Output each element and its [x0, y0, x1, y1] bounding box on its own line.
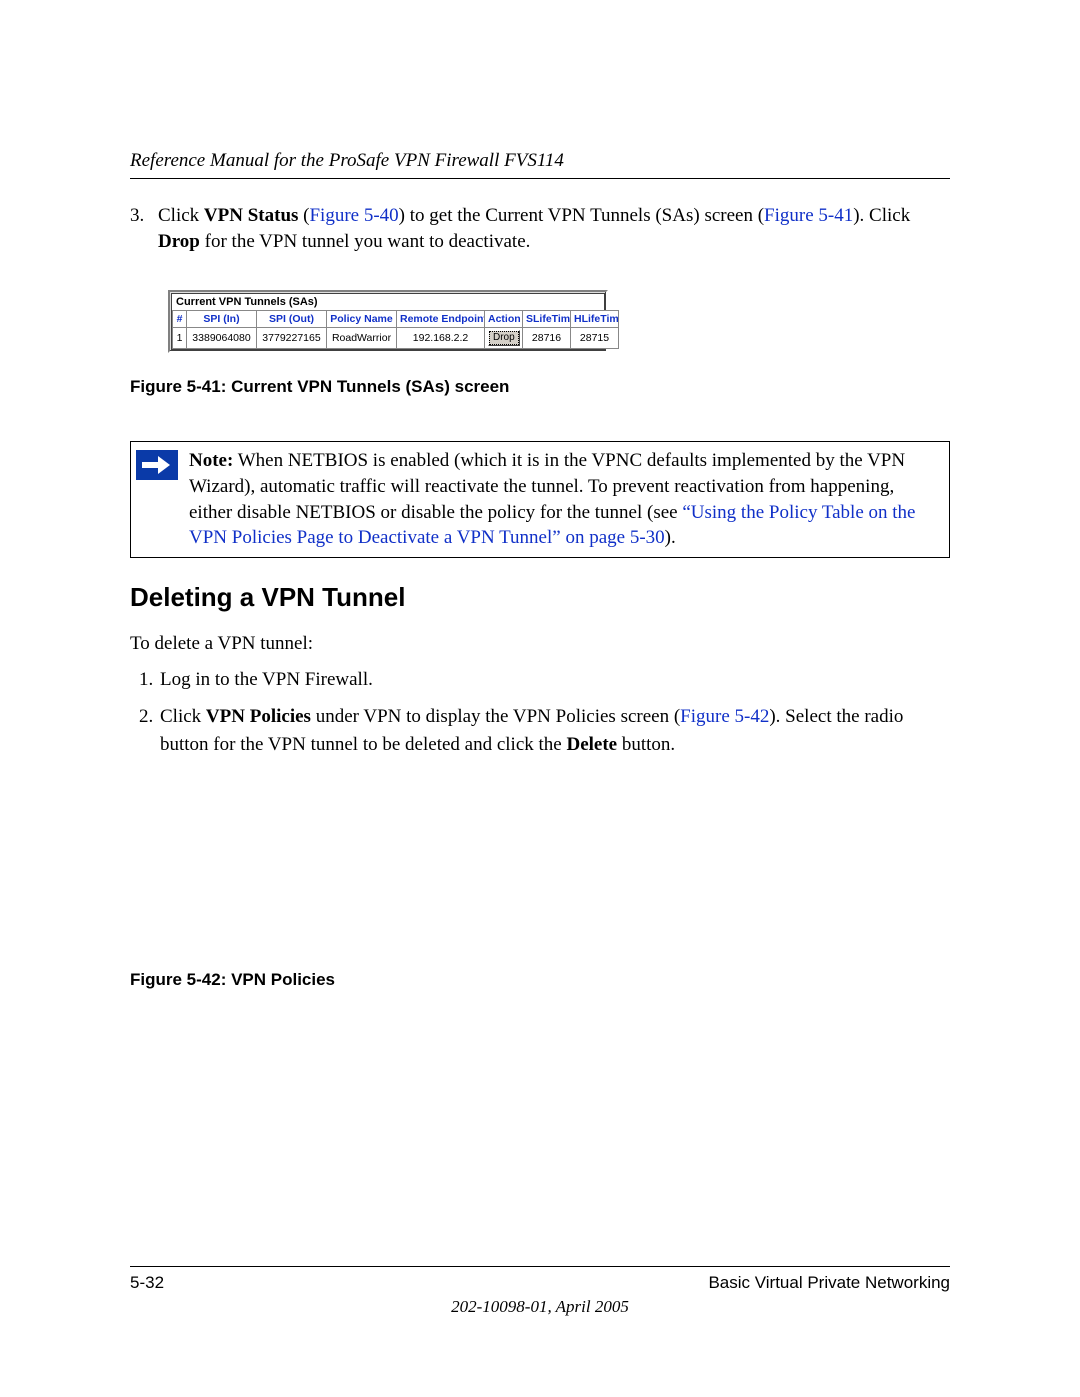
- col-endpoint: Remote Endpoint: [397, 311, 485, 328]
- text: ).: [665, 527, 676, 548]
- figure-caption-41: Figure 5-41: Current VPN Tunnels (SAs) s…: [130, 377, 950, 397]
- doc-header: Reference Manual for the ProSafe VPN Fir…: [130, 150, 950, 179]
- drop-button[interactable]: Drop: [488, 330, 520, 346]
- cell-spi-out: 3779227165: [257, 328, 327, 349]
- page-number: 5-32: [130, 1273, 164, 1293]
- text: (: [298, 205, 309, 226]
- cell-hlife: 28715: [571, 328, 619, 349]
- sa-table-title: Current VPN Tunnels (SAs): [172, 294, 604, 310]
- section-heading: Deleting a VPN Tunnel: [130, 582, 950, 613]
- text: ). Click: [853, 205, 910, 226]
- arrow-icon: [136, 450, 178, 480]
- col-action: Action: [485, 311, 523, 328]
- figure-link[interactable]: Figure 5-40: [309, 205, 398, 226]
- text: button.: [617, 734, 675, 755]
- note-label: Note:: [189, 450, 233, 471]
- intro-paragraph: To delete a VPN tunnel:: [130, 631, 950, 657]
- step-1: Log in to the VPN Firewall.: [158, 666, 950, 695]
- steps-list: Log in to the VPN Firewall. Click VPN Po…: [130, 666, 950, 760]
- text: Click: [160, 706, 206, 727]
- cell-spi-in: 3389064080: [187, 328, 257, 349]
- text: under VPN to display the VPN Policies sc…: [311, 706, 680, 727]
- cell-num: 1: [173, 328, 187, 349]
- figure-link[interactable]: Figure 5-42: [680, 706, 769, 727]
- text: Click: [158, 205, 204, 226]
- sa-screenshot: Current VPN Tunnels (SAs) # SPI (In) SPI…: [168, 290, 608, 353]
- col-hlife: HLifeTime: [571, 311, 619, 328]
- cell-endpoint: 192.168.2.2: [397, 328, 485, 349]
- note-text: Note: When NETBIOS is enabled (which it …: [183, 442, 949, 557]
- bold-text: VPN Status: [204, 205, 298, 226]
- note-icon-cell: [131, 442, 183, 557]
- cell-action: Drop: [485, 328, 523, 349]
- sa-table: # SPI (In) SPI (Out) Policy Name Remote …: [172, 310, 619, 349]
- col-spi-in: SPI (In): [187, 311, 257, 328]
- step-number: 3.: [130, 203, 158, 254]
- figure-caption-42: Figure 5-42: VPN Policies: [130, 970, 950, 990]
- table-header-row: # SPI (In) SPI (Out) Policy Name Remote …: [173, 311, 619, 328]
- note-box: Note: When NETBIOS is enabled (which it …: [130, 441, 950, 558]
- step-body: Click VPN Status (Figure 5-40) to get th…: [158, 203, 950, 254]
- doc-date: 202-10098-01, April 2005: [130, 1297, 950, 1317]
- bold-text: VPN Policies: [206, 706, 311, 727]
- col-slife: SLifeTime: [523, 311, 571, 328]
- page-footer: 5-32 Basic Virtual Private Networking 20…: [130, 1266, 950, 1317]
- step-2: Click VPN Policies under VPN to display …: [158, 703, 950, 760]
- col-policy: Policy Name: [327, 311, 397, 328]
- col-num: #: [173, 311, 187, 328]
- text: ) to get the Current VPN Tunnels (SAs) s…: [399, 205, 764, 226]
- figure-link[interactable]: Figure 5-41: [764, 205, 853, 226]
- step-3: 3. Click VPN Status (Figure 5-40) to get…: [130, 203, 950, 254]
- section-name: Basic Virtual Private Networking: [708, 1273, 950, 1293]
- bold-text: Delete: [566, 734, 617, 755]
- cell-slife: 28716: [523, 328, 571, 349]
- text: for the VPN tunnel you want to deactivat…: [200, 231, 531, 252]
- col-spi-out: SPI (Out): [257, 311, 327, 328]
- table-row: 1 3389064080 3779227165 RoadWarrior 192.…: [173, 328, 619, 349]
- bold-text: Drop: [158, 231, 200, 252]
- cell-policy: RoadWarrior: [327, 328, 397, 349]
